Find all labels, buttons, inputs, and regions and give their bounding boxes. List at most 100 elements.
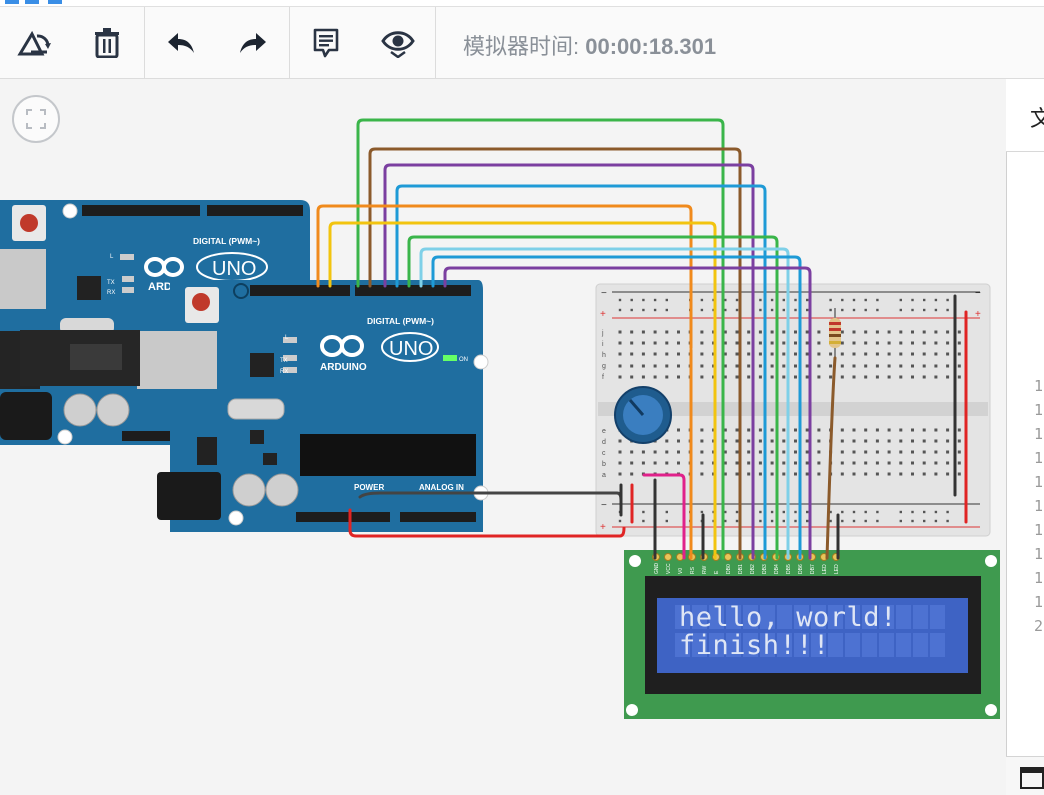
rail-hole: [782, 308, 785, 312]
rail-hole: [770, 519, 774, 523]
breadboard-hole: [630, 364, 634, 368]
rail-hole: [794, 308, 797, 312]
breadboard-hole: [770, 450, 774, 454]
breadboard-hole: [618, 439, 622, 443]
breadboard-hole: [899, 330, 903, 334]
breadboard-hole: [829, 375, 833, 379]
breadboard-hole: [758, 352, 762, 356]
breadboard-hole: [758, 461, 762, 465]
rail-hole: [841, 298, 844, 302]
code-panel-header: 文: [1006, 79, 1044, 152]
breadboard-hole: [770, 375, 774, 379]
breadboard-hole: [864, 352, 868, 356]
brand-label-back: ARD: [148, 281, 172, 293]
breadboard-hole: [747, 450, 751, 454]
rail-hole: [618, 519, 622, 523]
rail-hole: [864, 298, 867, 302]
breadboard-hole: [864, 461, 868, 465]
rail-hole: [864, 519, 867, 523]
row-label: c: [602, 450, 606, 457]
breadboard-hole: [934, 375, 938, 379]
breadboard-hole: [887, 330, 891, 334]
breadboard-hole: [641, 461, 645, 465]
lcd-cell: [913, 633, 928, 657]
rail-hole: [618, 298, 622, 302]
breadboard-hole: [794, 341, 797, 345]
breadboard-hole: [899, 352, 903, 356]
breadboard-hole: [747, 472, 751, 476]
breadboard-hole: [805, 330, 809, 334]
rail-hole: [642, 519, 645, 523]
lcd-cell: [845, 633, 860, 657]
breadboard-hole: [665, 364, 669, 368]
breadboard-hole: [934, 450, 938, 454]
breadboard-hole: [700, 341, 704, 345]
panel-footer: [1006, 756, 1044, 795]
breadboard-hole: [875, 330, 879, 334]
breadboard-hole: [852, 352, 856, 356]
breadboard-hole: [618, 352, 622, 356]
breadboard-hole: [946, 461, 950, 465]
breadboard-hole: [875, 364, 879, 368]
rail-hole: [852, 308, 856, 312]
breadboard-hole: [817, 461, 821, 465]
breadboard-hole: [817, 330, 821, 334]
rail-hole: [923, 298, 926, 302]
breadboard-hole: [782, 330, 786, 334]
breadboard-hole: [946, 428, 950, 432]
breadboard-hole: [782, 450, 786, 454]
breadboard-hole: [794, 375, 797, 379]
breadboard-hole: [782, 439, 786, 443]
lcd-pin-label: LED: [834, 564, 840, 574]
breadboard-hole: [817, 341, 821, 345]
breadboard-hole: [899, 450, 903, 454]
potentiometer[interactable]: [614, 386, 672, 444]
breadboard-hole: [618, 341, 622, 345]
lcd-pin-label: DB4: [774, 564, 780, 574]
rail-hole: [946, 308, 949, 312]
svg-text:−: −: [975, 288, 981, 299]
breadboard-hole: [794, 428, 797, 432]
breadboard-hole: [630, 330, 634, 334]
breadboard-hole: [677, 375, 680, 379]
breadboard-hole: [911, 375, 914, 379]
breadboard-hole: [911, 450, 914, 454]
breadboard-hole: [665, 341, 669, 345]
brand-label-front: ARDUINO: [320, 362, 367, 373]
breadboard-hole: [630, 461, 634, 465]
rail-hole: [852, 510, 856, 514]
breadboard-hole: [770, 352, 774, 356]
breadboard-hole: [934, 364, 938, 368]
breadboard-hole: [840, 461, 844, 465]
breadboard-hole: [875, 341, 879, 345]
breadboard-hole: [957, 461, 961, 465]
rail-hole: [841, 510, 844, 514]
rail-hole: [735, 519, 739, 523]
breadboard-hole: [899, 461, 903, 465]
row-label: f: [602, 374, 604, 381]
breadboard-hole: [677, 461, 680, 465]
window-icon[interactable]: [1020, 767, 1044, 789]
lcd-pin-label: DB1: [738, 564, 744, 574]
breadboard-hole: [735, 461, 739, 465]
breadboard-hole: [700, 364, 704, 368]
breadboard-hole: [677, 439, 680, 443]
breadboard-hole: [817, 364, 821, 368]
lcd-pin-label: DB2: [750, 564, 756, 574]
breadboard-hole: [899, 364, 903, 368]
breadboard-hole: [934, 341, 938, 345]
breadboard-hole: [782, 364, 786, 368]
breadboard-hole: [677, 364, 680, 368]
rail-hole: [806, 308, 809, 312]
breadboard-hole: [618, 472, 622, 476]
lcd-pin-label: V0: [678, 568, 684, 574]
breadboard-hole: [957, 364, 961, 368]
rail-hole: [841, 519, 844, 523]
rail-hole: [665, 298, 668, 302]
tx-label: TX: [280, 358, 288, 364]
rail-hole: [759, 510, 762, 514]
breadboard-hole: [735, 364, 739, 368]
breadboard-hole: [630, 472, 634, 476]
breadboard-hole: [887, 341, 891, 345]
breadboard-hole: [887, 375, 891, 379]
